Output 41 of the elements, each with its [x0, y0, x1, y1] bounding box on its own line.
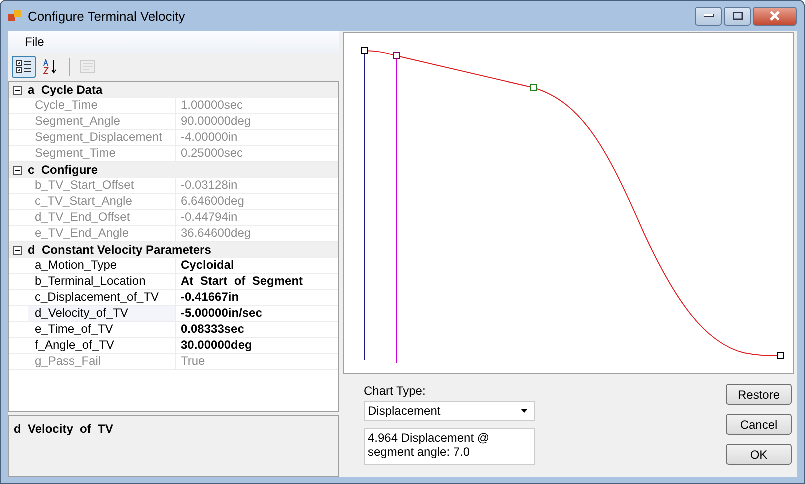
toolbar-button[interactable]: [12, 56, 36, 78]
dialog-button[interactable]: OK: [726, 444, 792, 465]
property-name[interactable]: f_Angle_of_TV: [28, 338, 176, 353]
property-name[interactable]: c_Displacement_of_TV: [28, 290, 176, 305]
control-point[interactable]: [362, 48, 368, 54]
close-button[interactable]: [753, 6, 797, 26]
collapse-toggle[interactable]: [13, 86, 22, 94]
property-value[interactable]: -5.00000in/sec: [176, 306, 262, 321]
categorized-icon: [16, 60, 32, 74]
minimize-icon: [704, 14, 714, 18]
chart-type-dropdown[interactable]: Displacement: [364, 401, 535, 421]
property-name[interactable]: d_Velocity_of_TV: [28, 306, 176, 321]
property-value[interactable]: Cycloidal: [176, 258, 234, 273]
property-value[interactable]: 0.08333sec: [176, 322, 244, 337]
help-title: d_Velocity_of_TV: [14, 422, 114, 436]
dropdown-arrow-icon: [521, 409, 528, 413]
close-icon: [769, 11, 781, 21]
collapse-toggle[interactable]: [13, 246, 22, 254]
maximize-button[interactable]: [724, 6, 751, 26]
property-value[interactable]: -0.41667in: [176, 290, 240, 305]
control-point[interactable]: [394, 52, 400, 60]
dialog-button[interactable]: Restore: [726, 384, 792, 405]
property-name[interactable]: a_Motion_Type: [28, 258, 176, 273]
property-name[interactable]: e_Time_of_TV: [28, 322, 176, 337]
control-point[interactable]: [778, 352, 784, 360]
collapse-toggle[interactable]: [13, 166, 22, 174]
sort-az-icon: [43, 59, 59, 75]
category-header[interactable]: c_Configure: [28, 163, 98, 177]
property-name[interactable]: b_Terminal_Location: [28, 274, 176, 289]
property-value[interactable]: 30.00000deg: [176, 338, 252, 353]
menu-item[interactable]: File: [22, 33, 48, 51]
app-icon: [8, 9, 22, 23]
chart-type-label: Chart Type:: [364, 384, 427, 398]
property-pages-icon: [80, 60, 96, 74]
window-title: Configure Terminal Velocity: [28, 8, 186, 24]
property-value[interactable]: At_Start_of_Segment: [176, 274, 304, 289]
maximize-icon: [732, 12, 742, 20]
dialog-button[interactable]: Cancel: [726, 414, 792, 435]
category-header[interactable]: a_Cycle Data: [28, 83, 103, 97]
minimize-button[interactable]: [695, 6, 722, 26]
readout-text: 4.964 Displacement @ segment angle: 7.0: [364, 428, 535, 465]
